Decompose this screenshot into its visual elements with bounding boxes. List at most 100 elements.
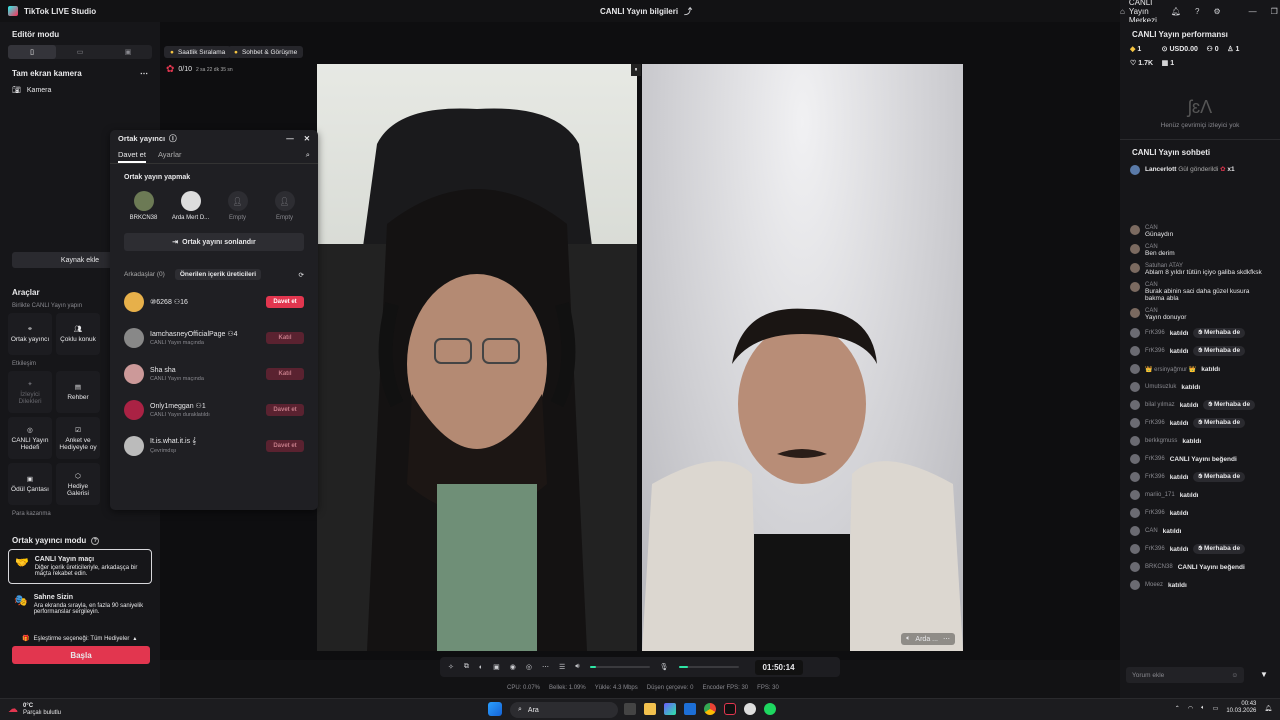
- creator-name[interactable]: ⑩⁣6268: [150, 299, 172, 306]
- layout-icon[interactable]: ⧉: [464, 663, 469, 671]
- chat-call-chip[interactable]: ● Sohbet & Görüşme: [228, 46, 304, 58]
- more-options-icon[interactable]: ⋯: [943, 635, 950, 643]
- volume-icon[interactable]: 🔊︎: [575, 663, 579, 671]
- avatar[interactable]: [1130, 244, 1140, 254]
- avatar[interactable]: [1130, 490, 1140, 500]
- minimize-icon[interactable]: —: [286, 134, 294, 143]
- tab-settings[interactable]: Ayarlar: [158, 150, 182, 163]
- creator-name[interactable]: Only1meggan: [150, 403, 194, 410]
- invite-button[interactable]: Davet et: [266, 404, 304, 416]
- source-item-camera[interactable]: 📷︎ Kamera: [0, 82, 160, 98]
- event-user[interactable]: mariio_171: [1145, 492, 1175, 498]
- tool-viewer-wishes[interactable]: ✦ İzleyici Dilekleri: [8, 371, 52, 413]
- avatar[interactable]: [1130, 263, 1140, 273]
- tab-friends[interactable]: Arkadaşlar (0): [124, 271, 165, 278]
- avatar[interactable]: [1130, 454, 1140, 464]
- copilot-icon[interactable]: [664, 703, 676, 715]
- search-icon[interactable]: ⌕: [306, 150, 310, 163]
- say-hello-button[interactable]: ✋︎ Merhaba de: [1193, 544, 1246, 554]
- speaker-icon[interactable]: 🔈︎: [1201, 705, 1205, 712]
- avatar[interactable]: [1130, 282, 1140, 292]
- notifications-icon[interactable]: 🔔︎: [1264, 705, 1272, 712]
- avatar[interactable]: [1130, 526, 1140, 536]
- taskbar-search[interactable]: ⌕ Ara: [510, 702, 618, 718]
- invite-button[interactable]: Katıl: [266, 332, 304, 344]
- help-icon[interactable]: ?: [1195, 7, 1199, 16]
- windows-start-icon[interactable]: [488, 702, 502, 716]
- tab-suggested[interactable]: Önerilen içerik üreticileri: [174, 269, 262, 280]
- filter-icon[interactable]: ▼: [1260, 670, 1268, 679]
- maximize-icon[interactable]: ❐: [1271, 7, 1278, 16]
- tool-gift-gallery[interactable]: ⬡ Hediye Galerisi: [56, 463, 100, 505]
- avatar[interactable]: [1130, 562, 1140, 572]
- screen-icon[interactable]: ▣: [493, 663, 500, 671]
- comment-input[interactable]: Yorum ekle ☺: [1126, 667, 1244, 683]
- event-user[interactable]: FrK396: [1145, 330, 1165, 336]
- bell-icon[interactable]: 🔔︎: [1171, 7, 1181, 16]
- seat-4[interactable]: 👤︎ Empty: [263, 191, 307, 221]
- info-icon[interactable]: ?: [91, 536, 100, 545]
- live-center-button[interactable]: ⌂ CANLI Yayın Merkezi: [1120, 0, 1157, 25]
- say-hello-button[interactable]: ✋︎ Merhaba de: [1193, 418, 1246, 428]
- event-user[interactable]: Moeez: [1145, 582, 1163, 588]
- spotify-icon[interactable]: [764, 703, 776, 715]
- event-user[interactable]: Umutsuzluk: [1145, 384, 1176, 390]
- emoji-icon[interactable]: ☺: [1231, 672, 1238, 679]
- info-icon[interactable]: ⓘ: [169, 133, 177, 144]
- task-view-icon[interactable]: [624, 703, 636, 715]
- avatar[interactable]: [1130, 544, 1140, 554]
- matching-option-dropdown[interactable]: 🎁 Eşleştirme seçeneği: Tüm Hediyeler ▴: [0, 625, 160, 643]
- creator-name[interactable]: IamchasneyOfficialPage: [150, 331, 225, 338]
- invite-button[interactable]: Katıl: [266, 368, 304, 380]
- settings-sliders-icon[interactable]: ☰: [559, 663, 565, 671]
- tool-live-goal[interactable]: ◎ CANLI Yayın Hedefi: [8, 417, 52, 459]
- avatar[interactable]: [1130, 225, 1140, 235]
- effects-icon[interactable]: ✧: [448, 663, 454, 671]
- event-user[interactable]: FrK396: [1145, 546, 1165, 552]
- battery-icon[interactable]: ▭: [1213, 705, 1219, 712]
- tool-treasure-box[interactable]: ▣ Ödül Çantası: [8, 463, 52, 505]
- github-icon[interactable]: [744, 703, 756, 715]
- chrome-icon[interactable]: [704, 703, 716, 715]
- avatar[interactable]: [1130, 382, 1140, 392]
- invite-button[interactable]: Davet et: [266, 440, 304, 452]
- seat-2[interactable]: Arda Mert D...: [169, 191, 213, 221]
- refresh-icon[interactable]: ⟳: [299, 271, 304, 279]
- speaker-volume-slider[interactable]: [589, 666, 650, 668]
- avatar[interactable]: [1130, 328, 1140, 338]
- seat-1[interactable]: BRKCN38: [122, 191, 166, 221]
- speaker-icon[interactable]: 🔈︎: [906, 635, 910, 643]
- gift-user[interactable]: Lancerlott: [1145, 166, 1176, 173]
- live-goal-widget[interactable]: ✿ 0/10 2 sa 22 dk 35 sn: [166, 64, 233, 75]
- say-hello-button[interactable]: ✋︎ Merhaba de: [1193, 328, 1246, 338]
- say-hello-button[interactable]: ✋︎ Merhaba de: [1193, 346, 1246, 356]
- split-handle[interactable]: ⏸: [631, 64, 641, 76]
- mic-volume-slider[interactable]: [678, 666, 739, 668]
- avatar[interactable]: [124, 364, 144, 384]
- scene-row[interactable]: Tam ekran kamera ⋯: [0, 65, 160, 78]
- seat-3[interactable]: 👤︎ Empty: [216, 191, 260, 221]
- avatar[interactable]: [1130, 346, 1140, 356]
- tab-invite[interactable]: Davet et: [118, 150, 146, 163]
- snapshot-icon[interactable]: ◎: [526, 663, 532, 671]
- event-user[interactable]: CAN: [1145, 528, 1158, 534]
- event-user[interactable]: berkkgmuss: [1145, 438, 1177, 444]
- event-user[interactable]: FrK396: [1145, 456, 1165, 462]
- gear-icon[interactable]: ⚙: [1213, 7, 1220, 16]
- tool-co-host[interactable]: ⚭ Ortak yayıncı: [8, 313, 52, 355]
- landscape-tab[interactable]: ▭: [56, 45, 104, 59]
- avatar[interactable]: [124, 436, 144, 456]
- outlook-icon[interactable]: [684, 703, 696, 715]
- filter-icon[interactable]: ◐: [479, 664, 483, 671]
- avatar[interactable]: [1130, 472, 1140, 482]
- avatar[interactable]: [1130, 508, 1140, 518]
- event-user[interactable]: bilal yılmaz: [1145, 402, 1175, 408]
- share-icon[interactable]: ⤴: [684, 6, 692, 17]
- event-user[interactable]: FrK396: [1145, 510, 1165, 516]
- tiktok-app-icon[interactable]: [724, 703, 736, 715]
- start-button[interactable]: Başla: [12, 646, 150, 664]
- event-user[interactable]: FrK396: [1145, 348, 1165, 354]
- avatar[interactable]: [1130, 418, 1140, 428]
- tool-poll[interactable]: ☑ Anket ve Hediyeyle oy: [56, 417, 100, 459]
- clock[interactable]: 00:43 10.03.2026: [1226, 701, 1256, 715]
